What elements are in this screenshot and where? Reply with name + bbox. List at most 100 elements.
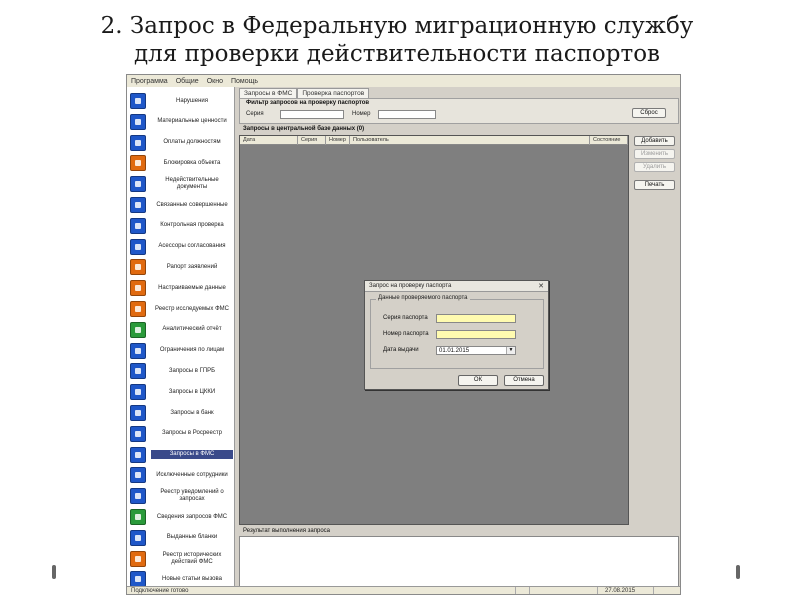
status-text: Подключение готово bbox=[131, 588, 189, 594]
sidebar-item[interactable]: Нарушения bbox=[127, 90, 234, 112]
sidebar-item-icon bbox=[130, 301, 146, 317]
filter-title: Фильтр запросов на проверку паспортов bbox=[246, 100, 370, 106]
reset-button[interactable]: Сброс bbox=[632, 108, 666, 118]
series-label: Серия паспорта bbox=[383, 315, 428, 321]
sidebar-item[interactable]: Оплаты должностям bbox=[127, 132, 234, 154]
status-cell bbox=[653, 587, 667, 594]
sidebar-item[interactable]: Исключенные сотрудники bbox=[127, 464, 234, 486]
sidebar-item-icon bbox=[130, 113, 146, 130]
dialog-group: Данные проверяемого паспорта Серия паспо… bbox=[370, 295, 544, 369]
dialog-group-title: Данные проверяемого паспорта bbox=[376, 295, 470, 301]
filter-series-label: Серия bbox=[246, 111, 264, 117]
filter-panel: Фильтр запросов на проверку паспортов Се… bbox=[239, 98, 679, 124]
menu-help[interactable]: Помощь bbox=[231, 78, 258, 85]
sidebar-item[interactable]: Выданные бланки bbox=[127, 527, 234, 549]
sidebar-item-label: Реестр исторических действий ФМС bbox=[162, 551, 222, 565]
column-header-number[interactable]: Номер bbox=[326, 136, 350, 145]
menu-program[interactable]: Программа bbox=[131, 78, 168, 85]
sidebar-item[interactable]: Рапорт заявлений bbox=[127, 256, 234, 278]
sidebar-item[interactable]: Настраиваемые данные bbox=[127, 277, 234, 299]
sidebar-item-label: Реестр исследуемых ФМС bbox=[155, 305, 229, 312]
sidebar-item[interactable]: Запросы в ЦККИ bbox=[127, 381, 234, 403]
sidebar-item-label: Запросы в ФМС bbox=[151, 450, 233, 460]
sidebar-item[interactable]: Реестр исследуемых ФМС bbox=[127, 298, 234, 320]
sidebar-item-icon bbox=[130, 509, 146, 525]
slide-title-line-1: 2. Запрос в Федеральную миграционную слу… bbox=[100, 13, 694, 39]
print-button[interactable]: Печать bbox=[634, 180, 675, 190]
sidebar-item[interactable]: Материальные ценности bbox=[127, 111, 234, 133]
sidebar-item[interactable]: Сведения запросов ФМС bbox=[127, 506, 234, 528]
sidebar-item-label: Запросы в банк bbox=[170, 409, 214, 416]
sidebar-item-icon bbox=[130, 571, 146, 587]
filter-number-label: Номер bbox=[352, 111, 371, 117]
slide-bullet-right bbox=[736, 565, 740, 579]
sidebar-item[interactable]: Реестр исторических действий ФМС bbox=[127, 548, 234, 570]
queries-table-header: Дата Серия Номер Пользователь Состояние bbox=[240, 136, 628, 145]
sidebar-item-icon bbox=[130, 259, 146, 276]
column-header-user[interactable]: Пользователь bbox=[350, 136, 590, 145]
sidebar-item[interactable]: Связанные совершенные bbox=[127, 194, 234, 216]
queries-title: Запросы в центральной базе данных (0) bbox=[243, 126, 365, 132]
column-header-status[interactable]: Состояние bbox=[590, 136, 628, 145]
number-input[interactable] bbox=[436, 330, 516, 339]
menu-window[interactable]: Окно bbox=[207, 78, 223, 85]
sidebar-item[interactable]: Ограничения по лицам bbox=[127, 340, 234, 362]
sidebar-item[interactable]: Реестр уведомлений о запросах bbox=[127, 485, 234, 507]
sidebar-item-icon bbox=[130, 134, 146, 151]
sidebar-item-label: Исключенные сотрудники bbox=[156, 471, 228, 478]
date-picker[interactable]: 01.01.2015 ▼ bbox=[436, 346, 516, 355]
sidebar-item[interactable]: Запросы в ГПРБ bbox=[127, 360, 234, 382]
sidebar-item-icon bbox=[130, 93, 146, 109]
tab-passport-check[interactable]: Проверка паспортов bbox=[297, 88, 370, 98]
date-label: Дата выдачи bbox=[383, 347, 419, 353]
tab-fms-requests[interactable]: Запросы в ФМС bbox=[239, 88, 298, 98]
sidebar-item-icon bbox=[130, 446, 146, 463]
close-icon[interactable]: ✕ bbox=[537, 283, 545, 290]
sidebar-item-label: Новые статьи вызова bbox=[162, 575, 222, 582]
sidebar-item-icon bbox=[130, 321, 146, 338]
sidebar-item-label: Блокировка объекта bbox=[163, 159, 221, 166]
column-header-date[interactable]: Дата bbox=[240, 136, 298, 145]
sidebar-item-label: Выданные бланки bbox=[166, 534, 218, 541]
sidebar-item-icon bbox=[130, 488, 146, 505]
sidebar-item-label: Рапорт заявлений bbox=[166, 263, 218, 270]
results-title: Результат выполнения запроса bbox=[243, 528, 330, 534]
status-date: 27.08.2015 bbox=[605, 588, 636, 594]
chevron-down-icon[interactable]: ▼ bbox=[506, 347, 515, 354]
delete-button[interactable]: Удалить bbox=[634, 162, 675, 172]
menu-bar: Программа Общие Окно Помощь bbox=[127, 75, 680, 87]
sidebar: Нарушения Материальные ценности Оплаты дол… bbox=[127, 87, 235, 587]
sidebar-item[interactable]: Недействительные документы bbox=[127, 173, 234, 195]
sidebar-item-label: Оплаты должностям bbox=[163, 139, 221, 146]
sidebar-item-icon bbox=[130, 384, 146, 401]
sidebar-item[interactable]: Блокировка объекта bbox=[127, 152, 234, 174]
add-button[interactable]: Добавить bbox=[634, 136, 675, 146]
sidebar-item-label: Запросы в Росреестр bbox=[162, 430, 222, 437]
sidebar-item[interactable]: Запросы в банк bbox=[127, 402, 234, 424]
passport-check-dialog: Запрос на проверку паспорта ✕ Данные про… bbox=[364, 280, 549, 390]
results-area[interactable] bbox=[239, 536, 679, 588]
sidebar-item[interactable]: Запросы в Росреестр bbox=[127, 423, 234, 445]
date-value: 01.01.2015 bbox=[439, 348, 470, 354]
sidebar-item-icon bbox=[130, 363, 146, 380]
series-input[interactable] bbox=[436, 314, 516, 323]
slide-title-line-2: для проверки действительности паспортов bbox=[133, 41, 660, 67]
edit-button[interactable]: Изменить bbox=[634, 149, 675, 159]
ok-button[interactable]: ОК bbox=[458, 375, 498, 386]
sidebar-item[interactable]: Аналитический отчёт bbox=[127, 319, 234, 341]
sidebar-item[interactable]: Запросы в ФМС bbox=[127, 444, 234, 466]
sidebar-item[interactable]: Асессоры согласования bbox=[127, 236, 234, 258]
sidebar-item-icon bbox=[130, 155, 146, 172]
column-header-series[interactable]: Серия bbox=[298, 136, 326, 145]
status-cell bbox=[515, 587, 529, 594]
filter-series-input[interactable] bbox=[280, 110, 344, 119]
slide-title: 2. Запрос в Федеральную миграционную слу… bbox=[0, 12, 794, 68]
menu-general[interactable]: Общие bbox=[176, 78, 199, 85]
sidebar-item-icon bbox=[130, 529, 146, 546]
cancel-button[interactable]: Отмена bbox=[504, 375, 544, 386]
sidebar-item[interactable]: Контрольная проверка bbox=[127, 215, 234, 237]
sidebar-item-label: Нарушения bbox=[175, 97, 208, 104]
sidebar-item[interactable]: Новые статьи вызова bbox=[127, 568, 234, 587]
sidebar-item-icon bbox=[130, 405, 146, 421]
filter-number-input[interactable] bbox=[378, 110, 436, 119]
